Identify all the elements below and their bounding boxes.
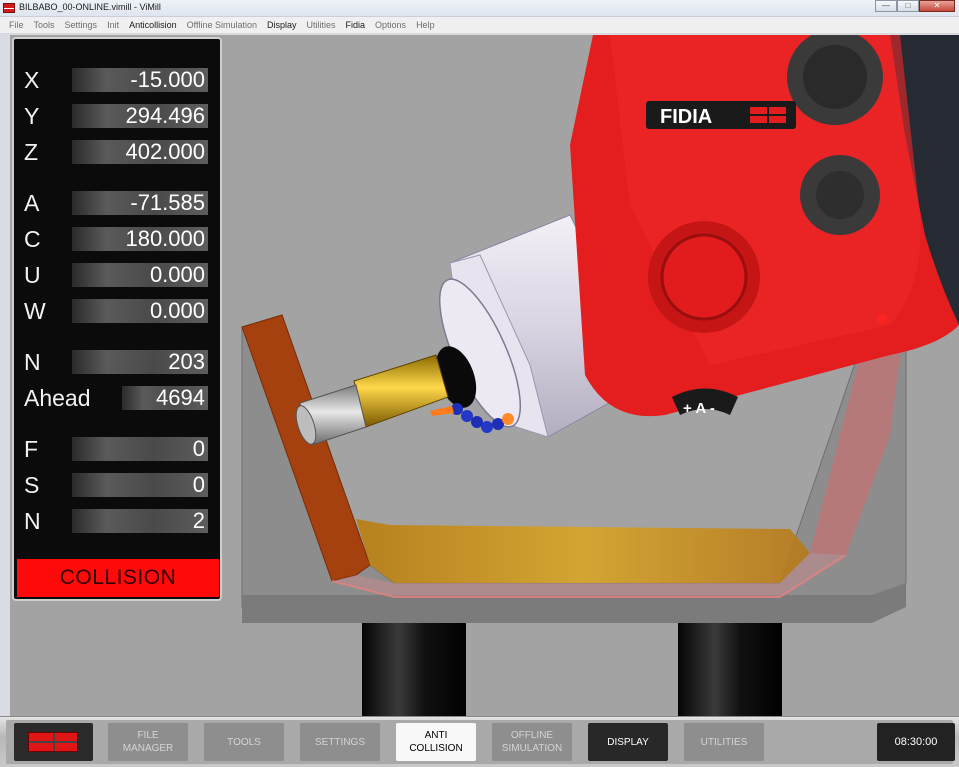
fidia-logo-icon [28, 732, 78, 752]
axis-value: -15.000 [72, 68, 208, 92]
axis-label: U [24, 262, 41, 288]
tool-holder [353, 354, 449, 428]
menu-offline-simulation[interactable]: Offline Simulation [182, 20, 262, 30]
program-value: 203 [72, 350, 208, 374]
axis-value: 0.000 [72, 299, 208, 323]
menu-fidia[interactable]: Fidia [341, 20, 371, 30]
axis-value: 0.000 [72, 263, 208, 287]
app-icon [3, 3, 15, 13]
feed-label: F [24, 436, 39, 462]
button-label: COLLISION [409, 743, 463, 754]
axis-label: A [24, 190, 40, 216]
dro-row-ahead: Ahead 4694 [14, 383, 220, 413]
program-label: Ahead [24, 385, 91, 411]
axis-value: 180.000 [72, 227, 208, 251]
dro-row-a: A -71.585 [14, 188, 220, 218]
clock-display: 08:30:00 [877, 723, 955, 761]
window-controls: — □ ✕ [875, 0, 955, 12]
axis-value: 402.000 [72, 140, 208, 164]
menu-utilities[interactable]: Utilities [302, 20, 341, 30]
collision-status: COLLISION [17, 559, 219, 597]
menu-init[interactable]: Init [102, 20, 124, 30]
settings-button[interactable]: SETTINGS [300, 723, 380, 761]
dro-row-block-number: N 203 [14, 347, 220, 377]
a-axis-badge: + A - [683, 400, 715, 417]
workpiece-floor [356, 519, 810, 583]
button-label: FILE [137, 730, 159, 741]
button-label: ANTI [424, 730, 448, 741]
utilities-button[interactable]: UTILITIES [684, 723, 764, 761]
button-label: SIMULATION [501, 743, 563, 754]
button-label: MANAGER [122, 743, 174, 754]
axis-label: Y [24, 103, 40, 129]
dro-row-x: X -15.000 [14, 65, 220, 95]
button-label: SETTINGS [314, 736, 365, 748]
feed-label: N [24, 508, 41, 534]
close-button[interactable]: ✕ [919, 0, 955, 12]
button-label: OFFLINE [510, 730, 554, 741]
feed-label: S [24, 472, 40, 498]
dro-row-n2: N 2 [14, 506, 220, 536]
program-value: 4694 [122, 386, 208, 410]
axis-value: -71.585 [72, 191, 208, 215]
dro-panel: X -15.000 Y 294.496 Z 402.000 A -71.585 … [12, 37, 222, 601]
feed-value: 0 [72, 473, 208, 497]
maximize-button[interactable]: □ [897, 0, 919, 12]
dro-row-w: W 0.000 [14, 296, 220, 326]
title-bar: BILBABO_00-ONLINE.vimill - ViMill — □ ✕ [0, 0, 959, 17]
menu-file[interactable]: File [4, 20, 29, 30]
menu-display[interactable]: Display [262, 20, 302, 30]
axis-label: Z [24, 139, 39, 165]
fidia-brand-label: FIDIA [660, 106, 712, 128]
dro-row-u: U 0.000 [14, 260, 220, 290]
dro-row-c: C 180.000 [14, 224, 220, 254]
dro-row-speed: S 0 [14, 470, 220, 500]
menu-options[interactable]: Options [370, 20, 411, 30]
fidia-logo-button[interactable] [14, 723, 93, 761]
axis-label: C [24, 226, 41, 252]
axis-value: 294.496 [72, 104, 208, 128]
axis-label: X [24, 67, 40, 93]
window-title: BILBABO_00-ONLINE.vimill - ViMill [19, 2, 161, 12]
menu-anticollision[interactable]: Anticollision [124, 20, 182, 30]
dro-row-z: Z 402.000 [14, 137, 220, 167]
anticollision-button[interactable]: ANTI COLLISION [396, 723, 476, 761]
menu-tools[interactable]: Tools [29, 20, 60, 30]
offline-simulation-button[interactable]: OFFLINE SIMULATION [492, 723, 572, 761]
bottom-toolbar: FILE MANAGER TOOLS SETTINGS ANTI COLLISION… [0, 716, 959, 767]
feed-value: 0 [72, 437, 208, 461]
menu-help[interactable]: Help [411, 20, 440, 30]
display-button[interactable]: DISPLAY [588, 723, 668, 761]
menu-bar: File Tools Settings Init Anticollision O… [0, 17, 959, 34]
program-label: N [24, 349, 41, 375]
dro-row-feed: F 0 [14, 434, 220, 464]
axis-label: W [24, 298, 46, 324]
collision-marker [877, 314, 887, 324]
tools-button[interactable]: TOOLS [204, 723, 284, 761]
minimize-button[interactable]: — [875, 0, 897, 12]
button-label: DISPLAY [607, 736, 649, 748]
dro-row-y: Y 294.496 [14, 101, 220, 131]
button-label: TOOLS [227, 736, 261, 748]
feed-value: 2 [72, 509, 208, 533]
menu-settings[interactable]: Settings [60, 20, 103, 30]
file-manager-button[interactable]: FILE MANAGER [108, 723, 188, 761]
button-label: UTILITIES [700, 736, 748, 748]
